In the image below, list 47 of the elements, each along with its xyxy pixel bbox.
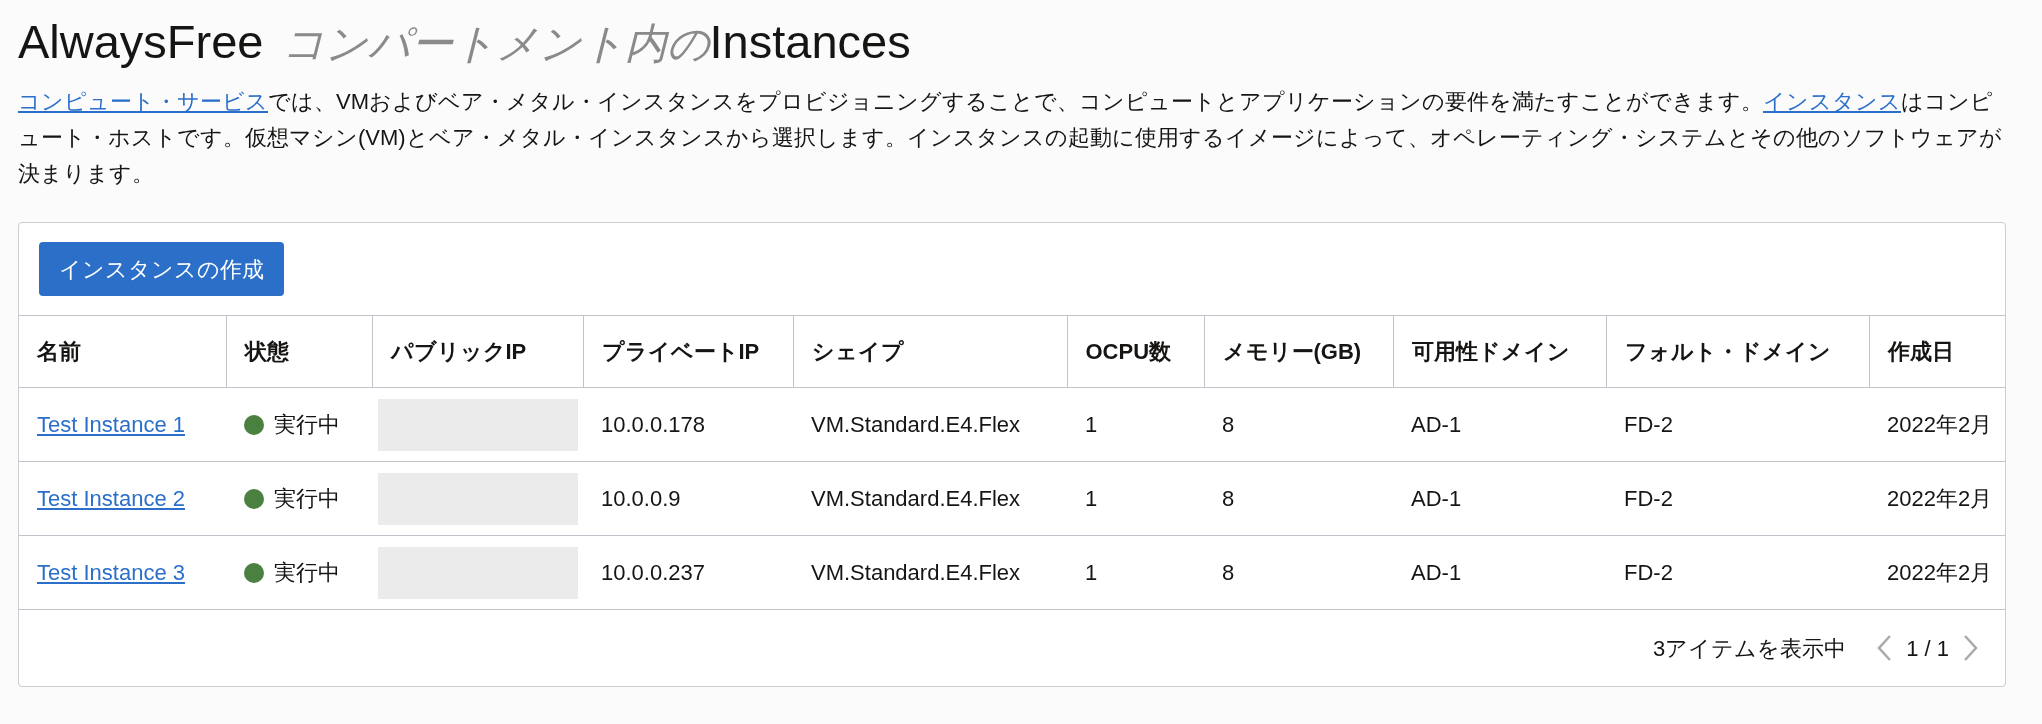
instance-link[interactable]: Test Instance 1 [37, 412, 185, 437]
column-header: パブリックIP [372, 315, 583, 388]
page-indicator: 1 / 1 [1906, 634, 1949, 663]
status-text: 実行中 [274, 559, 340, 587]
compartment-text: コンパートメント内の [281, 18, 710, 70]
instance-link[interactable]: Test Instance 2 [37, 486, 185, 511]
table-cell: FD-2 [1606, 387, 1869, 462]
column-header: メモリー(GB) [1204, 315, 1393, 388]
table-cell: 8 [1204, 535, 1393, 610]
column-header: フォルト・ドメイン [1606, 315, 1869, 388]
table-cell: 10.0.0.9 [583, 461, 793, 536]
create-instance-button[interactable]: インスタンスの作成 [39, 242, 284, 296]
title-text: AlwaysFree [18, 14, 264, 70]
column-header: シェイプ [793, 315, 1067, 388]
column-header: プライベートIP [583, 315, 793, 388]
column-header: OCPU数 [1067, 315, 1204, 388]
table-cell: FD-2 [1606, 461, 1869, 536]
table-cell: 8 [1204, 387, 1393, 462]
status-text: 実行中 [274, 485, 340, 513]
table-cell: AD-1 [1393, 535, 1606, 610]
table-cell: AD-1 [1393, 387, 1606, 462]
column-header: 名前 [19, 315, 226, 388]
table-cell: VM.Standard.E4.Flex [793, 461, 1067, 536]
column-header: 可用性ドメイン [1393, 315, 1606, 388]
table-cell: VM.Standard.E4.Flex [793, 387, 1067, 462]
table-cell: 2022年2月 [1869, 387, 2005, 462]
table-cell: AD-1 [1393, 461, 1606, 536]
instance-link[interactable]: Test Instance 3 [37, 560, 185, 585]
item-count-text: 3アイテムを表示中 [1652, 634, 1847, 663]
previous-page-icon[interactable] [1876, 634, 1893, 662]
description-text: コンピュート・サービス では、VMおよびベア・メタル・インスタンスをプロビジョニングすることで、コンピュートとアプリケーションの要件を満たすことができます。インスタンス はコンピュート・ホストです。仮想マシン(VM)とベア・メタル・インスタンスから選択します。インスタンスの起動に使用するイメージによって、オペレーティング・システムとその他のソフトウェアが決まります。 [18, 88, 2003, 188]
next-page-icon[interactable] [1963, 634, 1979, 662]
table-cell: 1 [1067, 535, 1204, 610]
table-cell: 8 [1204, 461, 1393, 536]
column-header: 作成日 [1869, 315, 2005, 388]
table-cell: 10.0.0.237 [583, 535, 793, 610]
link[interactable]: コンピュート・サービス [18, 89, 268, 114]
status-text: 実行中 [274, 411, 340, 439]
table-cell: VM.Standard.E4.Flex [793, 535, 1067, 610]
table-cell: 10.0.0.178 [583, 387, 793, 462]
table-cell: 1 [1067, 461, 1204, 536]
table-cell: 2022年2月 [1869, 461, 2005, 536]
table-cell: FD-2 [1606, 535, 1869, 610]
link[interactable]: インスタンス [1763, 89, 1901, 114]
table-cell: 1 [1067, 387, 1204, 462]
table-cell: 2022年2月 [1869, 535, 2005, 610]
column-header: 状態 [226, 315, 372, 388]
